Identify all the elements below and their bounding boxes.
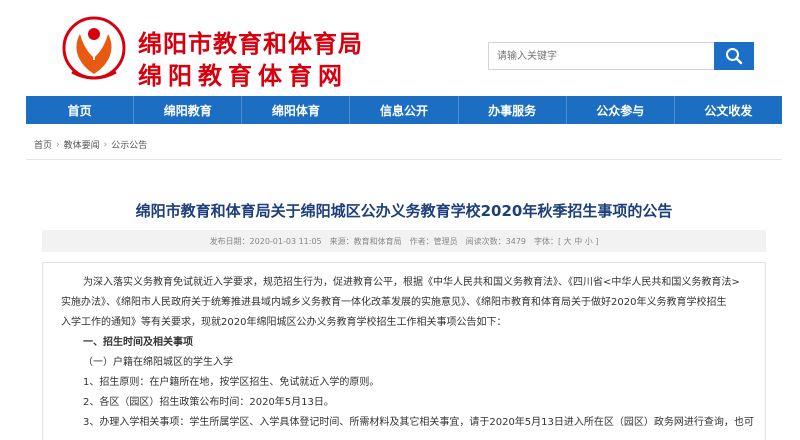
nav-item-public-participation[interactable]: 公众参与 [567, 96, 675, 124]
breadcrumb-separator: › [103, 139, 108, 150]
site-header: 绵阳市教育和体育局 绵阳教育体育网 [0, 0, 800, 96]
nav-item-documents[interactable]: 公文收发 [675, 96, 782, 124]
site-name-line2: 绵阳教育体育网 [138, 62, 348, 90]
nav-item-services[interactable]: 办事服务 [459, 96, 567, 124]
search-button[interactable] [714, 42, 754, 70]
nav-item-home[interactable]: 首页 [26, 96, 135, 124]
article-meta: 发布日期：2020-01-03 11:05 来源：教育和体育局 作者：管理员 阅… [42, 230, 766, 252]
breadcrumb-news[interactable]: 教体要闻 [64, 138, 100, 151]
article-author: 作者：管理员 [409, 236, 458, 246]
publish-time: 发布日期：2020-01-03 11:05 [209, 236, 322, 246]
font-size-selector[interactable]: 字体：[ 大 中 小 ] [534, 236, 598, 247]
breadcrumb-notices[interactable]: 公示公告 [111, 138, 147, 151]
breadcrumb: 首页 › 教体要闻 › 公示公告 [26, 130, 782, 160]
view-count: 阅读次数：3479 [465, 236, 527, 246]
search-icon [726, 48, 743, 65]
article-title: 绵阳市教育和体育局关于绵阳城区公办义务教育学校2020年秋季招生事项的公告 [135, 202, 673, 220]
nav-item-education[interactable]: 绵阳教育 [134, 96, 243, 124]
nav-item-sports[interactable]: 绵阳体育 [242, 96, 351, 124]
main-nav: 首页 绵阳教育 绵阳体育 信息公开 办事服务 公众参与 公文收发 [26, 96, 782, 124]
list-item: 1、招生原则：在户籍所在地，按学区招生、免试就近入学的原则。 [83, 377, 380, 388]
nav-item-info-disclosure[interactable]: 信息公开 [350, 96, 459, 124]
body-paragraph: 实施办法》、《绵阳市人民政府关于统筹推进县域内城乡义务教育一体化改革发展的实施意… [61, 297, 727, 308]
article-body: 为深入落实义务教育免试就近入学要求，规范招生行为，促进教育公平，根据《中华人民共… [42, 262, 766, 440]
section-heading: 一、招生时间及相关事项 [83, 337, 193, 348]
sub-heading: （一）户籍在绵阳城区的学生入学 [83, 357, 233, 368]
search-input[interactable] [488, 42, 714, 70]
list-item: 2、各区（园区）招生政策公布时间：2020年5月13日。 [83, 397, 334, 408]
breadcrumb-home[interactable]: 首页 [34, 138, 52, 151]
body-paragraph: 入学工作的通知》等有关要求，现就2020年绵阳城区公办义务教育学校招生工作相关事… [61, 317, 507, 328]
site-name-line1: 绵阳市教育和体育局 [138, 30, 363, 58]
bureau-logo-icon[interactable] [58, 14, 130, 86]
body-paragraph: 为深入落实义务教育免试就近入学要求，规范招生行为，促进教育公平，根据《中华人民共… [83, 277, 740, 288]
breadcrumb-separator: › [56, 139, 60, 150]
main-content: 首页 › 教体要闻 › 公示公告 绵阳市教育和体育局关于绵阳城区公办义务教育学校… [26, 130, 782, 440]
search-bar [488, 42, 754, 70]
article-source: 来源：教育和体育局 [329, 236, 402, 246]
list-item: 3、办理入学相关事项：学生所属学区、入学具体登记时间、所需材料及其它相关事宜，请… [83, 417, 754, 428]
